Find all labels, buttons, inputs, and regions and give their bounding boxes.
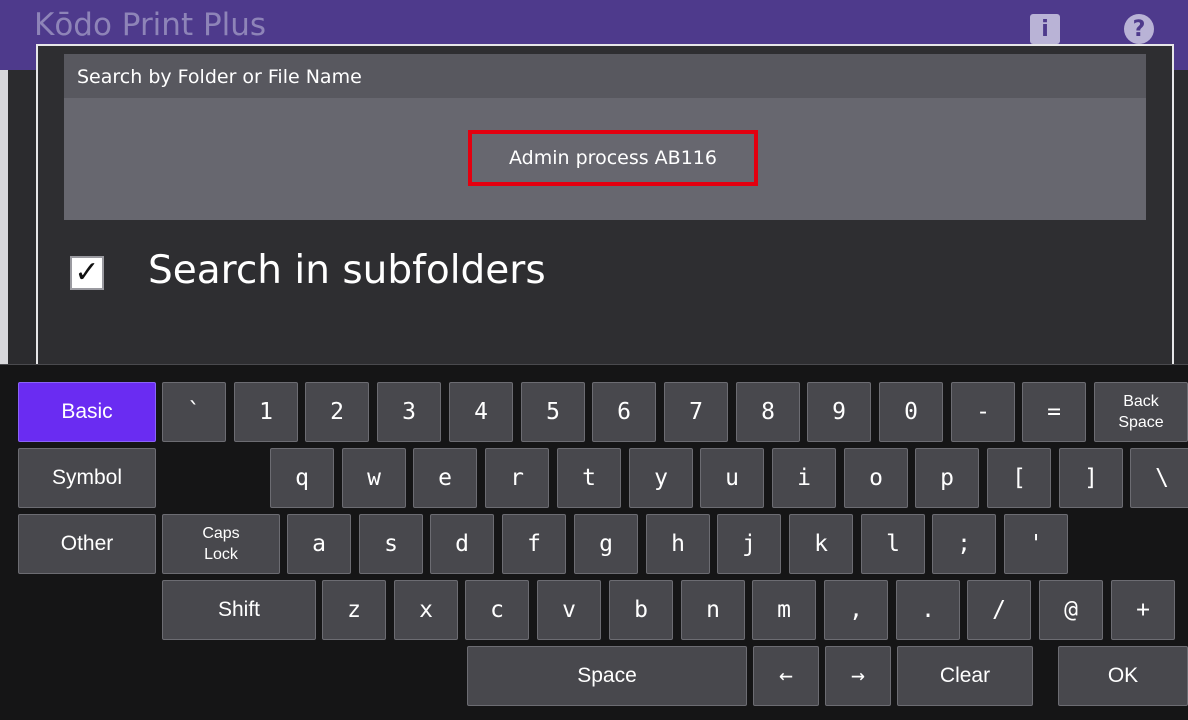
- check-icon: ✓: [74, 255, 100, 290]
- space-key[interactable]: Space: [467, 646, 747, 706]
- on-screen-keyboard: Basic Symbol Other Back Space Caps Lock …: [0, 364, 1188, 720]
- key-row4-9[interactable]: /: [967, 580, 1031, 640]
- ok-key[interactable]: OK: [1058, 646, 1188, 706]
- arrow-right-key[interactable]: →: [825, 646, 891, 706]
- search-label-bar: Search by Folder or File Name: [64, 54, 1146, 98]
- key-row2-8[interactable]: o: [844, 448, 908, 508]
- search-input[interactable]: Admin process AB116: [468, 130, 758, 186]
- key-row2-2[interactable]: e: [413, 448, 477, 508]
- arrow-left-key[interactable]: ←: [753, 646, 819, 706]
- caps-lock-label-line2: Lock: [204, 546, 238, 563]
- key-row4-8[interactable]: .: [896, 580, 960, 640]
- caps-lock-label-line1: Caps: [202, 525, 240, 542]
- key-row1-0[interactable]: `: [162, 382, 226, 442]
- key-row1-3[interactable]: 3: [377, 382, 441, 442]
- key-row4-3[interactable]: v: [537, 580, 601, 640]
- arrow-right-icon: →: [851, 663, 865, 689]
- key-row1-12[interactable]: =: [1022, 382, 1086, 442]
- key-row2-11[interactable]: ]: [1059, 448, 1123, 508]
- help-icon[interactable]: ?: [1124, 14, 1154, 44]
- key-row4-5[interactable]: n: [681, 580, 745, 640]
- key-row2-4[interactable]: t: [557, 448, 621, 508]
- backspace-key[interactable]: Back Space: [1094, 382, 1188, 442]
- key-row3-3[interactable]: f: [502, 514, 566, 574]
- key-row1-10[interactable]: 0: [879, 382, 943, 442]
- key-row4-10[interactable]: @: [1039, 580, 1103, 640]
- app-title: Kōdo Print Plus: [34, 7, 267, 43]
- key-row2-1[interactable]: w: [342, 448, 406, 508]
- key-row2-12[interactable]: \: [1130, 448, 1188, 508]
- backspace-label-line2: Space: [1118, 414, 1164, 431]
- key-row3-9[interactable]: ;: [932, 514, 996, 574]
- key-row1-7[interactable]: 7: [664, 382, 728, 442]
- mode-other-button[interactable]: Other: [18, 514, 156, 574]
- mode-symbol-button[interactable]: Symbol: [18, 448, 156, 508]
- key-row2-5[interactable]: y: [629, 448, 693, 508]
- key-row3-7[interactable]: k: [789, 514, 853, 574]
- key-row1-2[interactable]: 2: [305, 382, 369, 442]
- backspace-label-line1: Back: [1123, 393, 1159, 410]
- key-row4-7[interactable]: ,: [824, 580, 888, 640]
- key-row1-5[interactable]: 5: [521, 382, 585, 442]
- search-label: Search by Folder or File Name: [77, 66, 362, 88]
- arrow-left-icon: ←: [779, 663, 793, 689]
- shift-key[interactable]: Shift: [162, 580, 316, 640]
- key-row3-6[interactable]: j: [717, 514, 781, 574]
- key-row3-8[interactable]: l: [861, 514, 925, 574]
- key-row4-4[interactable]: b: [609, 580, 673, 640]
- key-row1-6[interactable]: 6: [592, 382, 656, 442]
- key-row4-0[interactable]: z: [322, 580, 386, 640]
- key-row2-3[interactable]: r: [485, 448, 549, 508]
- key-row1-11[interactable]: -: [951, 382, 1015, 442]
- key-row4-11[interactable]: +: [1111, 580, 1175, 640]
- key-row3-5[interactable]: h: [646, 514, 710, 574]
- search-dialog: Search by Folder or File Name Admin proc…: [36, 44, 1174, 374]
- key-row1-4[interactable]: 4: [449, 382, 513, 442]
- info-icon[interactable]: i: [1030, 14, 1060, 44]
- subfolders-checkbox[interactable]: ✓: [70, 256, 104, 290]
- subfolders-label[interactable]: Search in subfolders: [148, 246, 546, 296]
- caps-lock-key[interactable]: Caps Lock: [162, 514, 280, 574]
- key-row2-7[interactable]: i: [772, 448, 836, 508]
- key-row1-9[interactable]: 9: [807, 382, 871, 442]
- search-area: Admin process AB116: [64, 98, 1146, 220]
- mode-basic-button[interactable]: Basic: [18, 382, 156, 442]
- key-row1-8[interactable]: 8: [736, 382, 800, 442]
- key-row3-1[interactable]: s: [359, 514, 423, 574]
- key-row1-1[interactable]: 1: [234, 382, 298, 442]
- key-row3-0[interactable]: a: [287, 514, 351, 574]
- key-row2-9[interactable]: p: [915, 448, 979, 508]
- key-row3-4[interactable]: g: [574, 514, 638, 574]
- key-row3-10[interactable]: ': [1004, 514, 1068, 574]
- clear-key[interactable]: Clear: [897, 646, 1033, 706]
- key-row4-6[interactable]: m: [752, 580, 816, 640]
- key-row2-10[interactable]: [: [987, 448, 1051, 508]
- key-row4-1[interactable]: x: [394, 580, 458, 640]
- key-row3-2[interactable]: d: [430, 514, 494, 574]
- key-row2-6[interactable]: u: [700, 448, 764, 508]
- key-row2-0[interactable]: q: [270, 448, 334, 508]
- key-row4-2[interactable]: c: [465, 580, 529, 640]
